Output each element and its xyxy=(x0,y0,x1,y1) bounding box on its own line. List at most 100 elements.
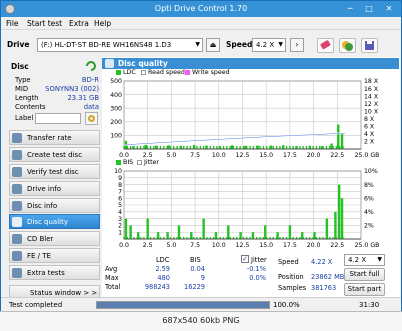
samples-label: Samples xyxy=(278,284,307,292)
jitter-check-label: Jitter xyxy=(251,256,267,264)
disc-mid-key: MID xyxy=(15,85,29,93)
y-left-tick-label: 400 xyxy=(110,92,122,99)
speed-stat-value: 4.22 X xyxy=(311,258,333,266)
data-bar xyxy=(337,184,341,239)
y-left-tick-label: 100 xyxy=(110,133,122,140)
bis-chart: 0.0 2.5 5.0 7.5 10.0 12.5 15.0 17.5 20.0 22.5 25.0… xyxy=(114,168,379,249)
start-full-button[interactable]: Start full xyxy=(344,268,385,281)
y-right-tick-label: 10 X xyxy=(364,108,379,115)
menu-file[interactable]: File xyxy=(6,19,19,28)
data-bar xyxy=(123,146,125,149)
apply-speed-icon[interactable]: › xyxy=(290,38,304,52)
nav-extra-tests[interactable]: Extra tests xyxy=(9,265,100,280)
nav-verify-test-disc[interactable]: Verify test disc xyxy=(9,164,100,179)
legend-read-speed: Read speed xyxy=(148,69,185,76)
data-bar xyxy=(202,218,205,239)
minimize-button[interactable]: ─ xyxy=(343,3,357,15)
y-left-tick-label: 200 xyxy=(110,119,122,126)
data-bar xyxy=(252,146,255,149)
save-button[interactable] xyxy=(361,38,378,53)
data-bar xyxy=(183,146,185,149)
data-bar xyxy=(332,146,334,149)
data-bar xyxy=(186,146,188,149)
total-ldc: 988243 xyxy=(144,283,170,291)
image-info-footer: 687x540 60kb PNG xyxy=(0,311,402,331)
data-bar xyxy=(173,146,175,149)
data-bar xyxy=(334,211,337,239)
jitter-swatch xyxy=(137,160,142,165)
y-right-tick-label: 8 X xyxy=(364,116,375,123)
x-tick-label: 2.5 xyxy=(143,152,153,159)
close-button[interactable]: ✕ xyxy=(382,3,396,15)
y-right-tick-label: 12 X xyxy=(364,101,379,108)
start-part-button[interactable]: Start part xyxy=(344,283,385,296)
speed-select[interactable]: 4.2 X ▼ xyxy=(252,38,286,52)
data-bar xyxy=(246,146,248,149)
x-tick-label: 7.5 xyxy=(190,152,200,159)
y-left-tick-label: 500 xyxy=(110,78,122,85)
drive-label: Drive xyxy=(7,40,30,49)
data-bar xyxy=(305,146,308,149)
col-ldc: LDC xyxy=(156,256,170,264)
nav-disc-info[interactable]: Disc info xyxy=(9,198,100,213)
data-bar xyxy=(199,146,202,149)
data-bar xyxy=(236,146,238,149)
refresh-disc-icon[interactable] xyxy=(85,61,97,71)
total-label: Total xyxy=(105,283,121,291)
data-bar xyxy=(189,146,192,149)
chevron-down-icon: ▼ xyxy=(278,41,283,48)
data-bar xyxy=(272,146,275,149)
erase-disc-button[interactable] xyxy=(317,38,334,53)
speed-label: Speed xyxy=(226,40,253,49)
disc-length-key: Length xyxy=(15,94,39,102)
jitter-checkbox[interactable]: ✓ xyxy=(241,255,249,263)
edit-label-button[interactable] xyxy=(85,112,98,125)
window-title: Opti Drive Control 1.70 xyxy=(154,4,248,13)
data-bar xyxy=(340,198,344,239)
data-bar xyxy=(136,146,138,149)
data-bar xyxy=(153,146,155,149)
data-bar xyxy=(242,146,245,149)
nav-fe-te[interactable]: FE / TE xyxy=(9,248,100,263)
test-speed-select[interactable]: 4.2 X ▼ xyxy=(344,254,385,266)
drive-info-icon xyxy=(12,184,22,194)
data-bar xyxy=(149,146,152,149)
menu-extra[interactable]: Extra xyxy=(69,19,89,28)
nav-drive-info[interactable]: Drive info xyxy=(9,181,100,196)
gear-icon xyxy=(88,115,95,122)
menu-start-test[interactable]: Start test xyxy=(27,19,62,28)
data-bar xyxy=(302,146,304,149)
data-bar xyxy=(285,146,288,149)
max-label: Max xyxy=(105,274,119,282)
data-bar xyxy=(335,146,338,149)
nav-transfer-rate[interactable]: Transfer rate xyxy=(9,130,100,145)
app-window: Opti Drive Control 1.70 ─ □ ✕ File Start… xyxy=(0,0,402,331)
x-tick-label: 5.0 xyxy=(166,152,176,159)
data-bar xyxy=(133,146,135,149)
nav-disc-quality[interactable]: Disc quality xyxy=(9,214,100,229)
disc-label-input[interactable] xyxy=(35,113,81,124)
nav-create-test-disc[interactable]: Create test disc xyxy=(9,147,100,162)
data-bar xyxy=(315,146,318,149)
eject-icon[interactable]: ⏏ xyxy=(206,38,220,52)
maximize-button[interactable]: □ xyxy=(362,3,376,15)
legend-bis: BIS xyxy=(123,159,134,166)
disc-info-icon xyxy=(12,201,22,211)
disc-contents-value: data xyxy=(83,103,99,111)
disc-quality-icon xyxy=(105,59,114,68)
data-bar xyxy=(146,218,149,239)
data-bar xyxy=(227,225,230,239)
nav-cd-bler[interactable]: CD Bler xyxy=(9,231,100,246)
menu-help[interactable]: Help xyxy=(94,19,111,28)
max-jitter: 0.0% xyxy=(249,274,266,282)
drive-select[interactable]: (F:) HL-DT-ST BD-RE WH16NS48 1.D3 ▼ xyxy=(37,38,203,52)
data-bar xyxy=(288,225,292,239)
copy-button[interactable] xyxy=(339,38,356,53)
x-tick-label: 15.0 xyxy=(259,152,273,159)
data-bar xyxy=(299,146,301,149)
x-tick-label: 7.5 xyxy=(190,242,200,249)
x-tick-label: 2.5 xyxy=(143,242,153,249)
save-icon xyxy=(365,41,374,50)
data-bar xyxy=(139,146,142,149)
data-bar xyxy=(216,146,218,149)
